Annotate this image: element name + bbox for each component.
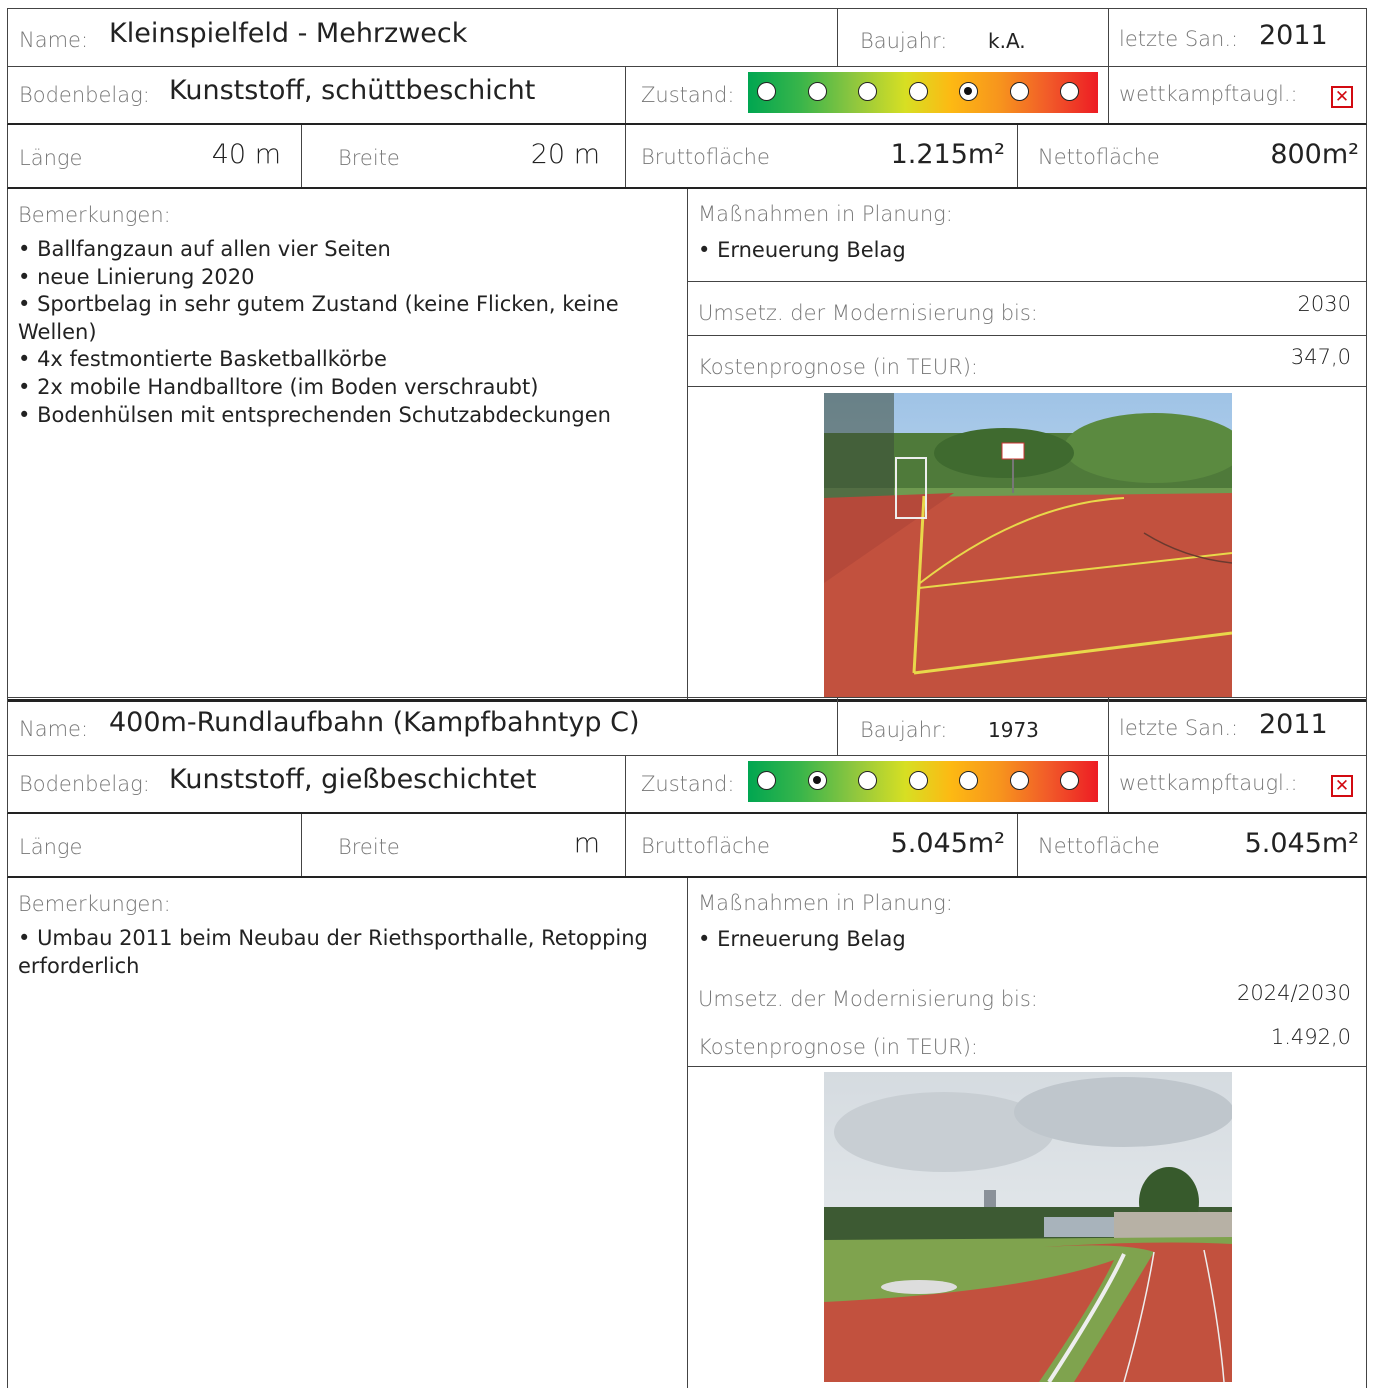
netto-value: 5.045m² bbox=[1244, 828, 1359, 859]
bodenbelag-value: Kunststoff, gießbeschichtet bbox=[169, 764, 537, 795]
zustand-dot bbox=[858, 771, 877, 790]
zustand-dot-selected bbox=[807, 771, 827, 790]
kosten-value: 1.492,0 bbox=[1270, 1025, 1351, 1049]
row-details: Bemerkungen: Umbau 2011 beim Neubau der … bbox=[7, 878, 1367, 1388]
facility-photo bbox=[824, 1072, 1234, 1384]
row-name: Name: 400m-Rundlaufbahn (Kampfbahntyp C)… bbox=[7, 697, 1367, 755]
kosten-label: Kostenprognose (in TEUR): bbox=[698, 355, 978, 379]
massnahmen-label: Maßnahmen in Planung: bbox=[698, 891, 953, 915]
list-item: Umbau 2011 beim Neubau der Riethsporthal… bbox=[18, 925, 648, 980]
umsetzung-label: Umsetz. der Modernisierung bis: bbox=[698, 987, 1038, 1011]
zustand-gauge bbox=[748, 72, 1098, 113]
bemerkungen-label: Bemerkungen: bbox=[18, 892, 171, 916]
facility-name: Kleinspielfeld - Mehrzweck bbox=[109, 18, 468, 49]
bodenbelag-label: Bodenbelag: bbox=[19, 83, 150, 107]
breite-value: 20 m bbox=[530, 139, 600, 170]
list-item: Erneuerung Belag bbox=[698, 237, 906, 265]
zustand-dot bbox=[1009, 771, 1029, 790]
zustand-dot bbox=[908, 82, 928, 101]
laenge-value: 40 m bbox=[211, 139, 281, 170]
umsetzung-value: 2024/2030 bbox=[1237, 981, 1351, 1005]
list-item: Erneuerung Belag bbox=[698, 926, 906, 954]
netto-label: Nettofläche bbox=[1038, 145, 1160, 169]
massnahmen-list: Erneuerung Belag bbox=[698, 237, 906, 265]
list-item: Bodenhülsen mit entsprechenden Schutzabd… bbox=[18, 402, 648, 430]
name-label: Name: bbox=[19, 28, 89, 52]
letzte-san-label: letzte San.: bbox=[1119, 27, 1239, 51]
bemerkungen-panel: Bemerkungen: Umbau 2011 beim Neubau der … bbox=[8, 878, 688, 1388]
zustand-gauge bbox=[748, 761, 1098, 802]
zustand-label: Zustand: bbox=[641, 772, 735, 796]
facility-photo bbox=[824, 393, 1244, 698]
brutto-label: Bruttofläche bbox=[641, 834, 770, 858]
zustand-dot bbox=[1060, 771, 1079, 790]
laenge-label: Länge bbox=[19, 835, 83, 859]
massnahmen-panel: Maßnahmen in Planung: Erneuerung Belag bbox=[688, 189, 1367, 282]
list-item: Ballfangzaun auf allen vier Seiten bbox=[18, 236, 648, 264]
facility-name: 400m-Rundlaufbahn (Kampfbahntyp C) bbox=[109, 707, 640, 738]
umsetzung-value: 2030 bbox=[1297, 292, 1351, 316]
row-bodenbelag: Bodenbelag: Kunststoff, schüttbeschicht … bbox=[7, 66, 1367, 125]
row-masse: Länge Breite m Bruttofläche 5.045m² Nett… bbox=[7, 814, 1367, 878]
bodenbelag-value: Kunststoff, schüttbeschicht bbox=[169, 75, 536, 106]
zustand-dot bbox=[1009, 82, 1029, 101]
bemerkungen-label: Bemerkungen: bbox=[18, 203, 171, 227]
brutto-value: 5.045m² bbox=[890, 828, 1005, 859]
zustand-dot bbox=[1060, 82, 1079, 101]
massnahmen-list: Erneuerung Belag bbox=[698, 926, 906, 954]
breite-label: Breite bbox=[338, 146, 400, 170]
bodenbelag-label: Bodenbelag: bbox=[19, 772, 150, 796]
umsetzung-row: Umsetz. der Modernisierung bis: 2030 bbox=[688, 282, 1367, 336]
netto-label: Nettofläche bbox=[1038, 834, 1160, 858]
list-item: neue Linierung 2020 bbox=[18, 264, 648, 292]
massnahmen-panel: Maßnahmen in Planung: Erneuerung Belag bbox=[688, 878, 1367, 971]
close-icon: ✕ bbox=[1331, 775, 1353, 797]
zustand-dot bbox=[858, 82, 877, 101]
bemerkungen-list: Ballfangzaun auf allen vier Seitenneue L… bbox=[18, 236, 648, 429]
kosten-row: Kostenprognose (in TEUR): 1.492,0 bbox=[688, 1016, 1367, 1067]
zustand-dot bbox=[757, 82, 776, 101]
list-item: Sportbelag in sehr gutem Zustand (keine … bbox=[18, 291, 648, 346]
brutto-label: Bruttofläche bbox=[641, 145, 770, 169]
close-icon: ✕ bbox=[1331, 86, 1353, 108]
zustand-dot-selected bbox=[959, 82, 978, 101]
kosten-row: Kostenprognose (in TEUR): 347,0 bbox=[688, 336, 1367, 387]
bemerkungen-list: Umbau 2011 beim Neubau der Riethsporthal… bbox=[18, 925, 648, 980]
zustand-dot bbox=[908, 771, 928, 790]
letzte-san-value: 2011 bbox=[1259, 20, 1328, 51]
letzte-san-value: 2011 bbox=[1259, 709, 1328, 740]
baujahr-value: k.A. bbox=[988, 29, 1026, 53]
zustand-label: Zustand: bbox=[641, 83, 735, 107]
laenge-label: Länge bbox=[19, 146, 83, 170]
name-label: Name: bbox=[19, 717, 89, 741]
row-bodenbelag: Bodenbelag: Kunststoff, gießbeschichtet … bbox=[7, 755, 1367, 814]
breite-value: m bbox=[573, 828, 600, 859]
row-details: Bemerkungen: Ballfangzaun auf allen vier… bbox=[7, 189, 1367, 702]
wettkampf-label: wettkampftaugl.: bbox=[1119, 771, 1298, 795]
kosten-value: 347,0 bbox=[1290, 345, 1351, 369]
list-item: 2x mobile Handballtore (im Boden verschr… bbox=[18, 374, 648, 402]
row-name: Name: Kleinspielfeld - Mehrzweck Baujahr… bbox=[7, 8, 1367, 66]
zustand-dot bbox=[807, 82, 827, 101]
brutto-value: 1.215m² bbox=[890, 139, 1005, 170]
baujahr-value: 1973 bbox=[988, 718, 1039, 742]
massnahmen-label: Maßnahmen in Planung: bbox=[698, 202, 953, 226]
zustand-dot bbox=[757, 771, 776, 790]
umsetzung-label: Umsetz. der Modernisierung bis: bbox=[698, 301, 1038, 325]
wettkampf-label: wettkampftaugl.: bbox=[1119, 82, 1298, 106]
letzte-san-label: letzte San.: bbox=[1119, 716, 1239, 740]
baujahr-label: Baujahr: bbox=[860, 29, 948, 53]
list-item: 4x festmontierte Basketballkörbe bbox=[18, 346, 648, 374]
netto-value: 800m² bbox=[1270, 139, 1359, 170]
bemerkungen-panel: Bemerkungen: Ballfangzaun auf allen vier… bbox=[8, 189, 688, 699]
kosten-label: Kostenprognose (in TEUR): bbox=[698, 1035, 978, 1059]
zustand-dot bbox=[959, 771, 978, 790]
umsetzung-row: Umsetz. der Modernisierung bis: 2024/203… bbox=[688, 971, 1367, 1016]
baujahr-label: Baujahr: bbox=[860, 718, 948, 742]
row-masse: Länge 40 m Breite 20 m Bruttofläche 1.21… bbox=[7, 125, 1367, 189]
breite-label: Breite bbox=[338, 835, 400, 859]
